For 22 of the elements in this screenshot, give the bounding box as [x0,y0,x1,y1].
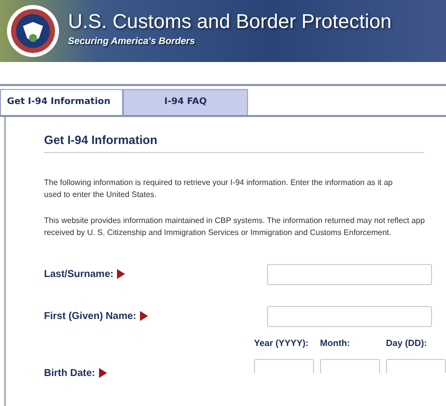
column-label: Month: [320,337,351,350]
section-heading: Get I-94 Information [44,117,424,153]
field-label: First (Given) Name: [44,310,136,324]
input-field[interactable] [267,306,432,326]
required-marker-icon [99,368,108,378]
required-marker-icon [140,311,148,321]
input-field[interactable] [254,358,314,372]
input-field[interactable] [320,358,380,372]
column-label: Day (DD): [386,337,428,350]
banner-title: U.S. Customs and Border Protection [68,12,392,32]
input-field[interactable] [386,358,446,372]
input-field[interactable] [267,264,432,284]
column-label: Year (YYYY): [254,337,310,350]
field-label: Last/Surname: [44,268,114,282]
field-label: Birth Date: [44,366,96,380]
tab[interactable]: I-94 FAQ [123,89,248,115]
seal-icon [6,4,60,58]
banner-subtitle: Securing America's Borders [68,35,196,50]
paragraph: The following information is required to retrieve your I-94 information. Enter the information as it ap used to enter the United States. [44,177,394,201]
paragraph: This website provides information maintained in CBP systems. The information returned may not reflect app received by U. S. Citizenship and Immigration Services or Immigration and Customs Enforcement. [44,215,426,239]
tab[interactable]: Get I-94 Information [0,89,123,115]
required-marker-icon [117,269,126,279]
